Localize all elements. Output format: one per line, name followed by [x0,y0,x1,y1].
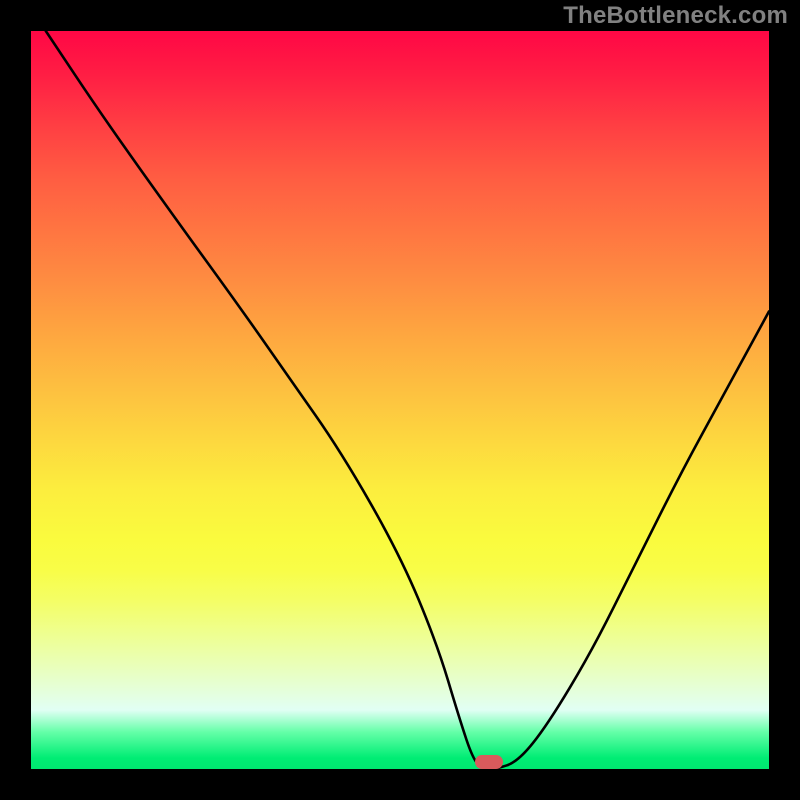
chart-frame: TheBottleneck.com [0,0,800,800]
bottleneck-curve [31,31,769,769]
watermark-text: TheBottleneck.com [563,2,788,30]
optimal-marker [475,755,503,769]
curve-path [46,31,769,769]
plot-area [31,31,769,769]
